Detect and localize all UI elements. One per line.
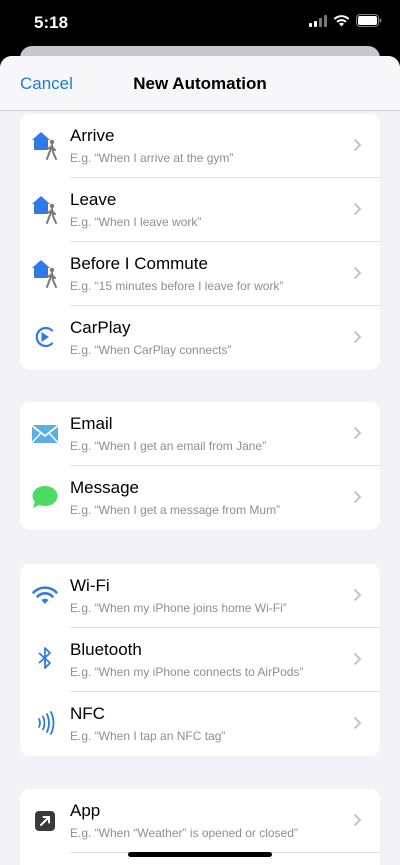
item-title: Before I Commute — [70, 254, 208, 273]
home-indicator[interactable] — [128, 852, 272, 857]
status-bar: 5:18 — [0, 0, 400, 46]
email-icon — [30, 417, 60, 449]
wifi-icon — [30, 579, 60, 611]
list-item-carplay[interactable]: CarPlay E.g. “When CarPlay connects” — [20, 306, 380, 370]
chevron-right-icon — [353, 426, 362, 440]
item-subtitle: E.g. “When my iPhone joins home Wi-Fi” — [70, 601, 287, 615]
cellular-signal-icon — [309, 14, 327, 27]
item-subtitle: E.g. “15 minutes before I leave for work… — [70, 279, 284, 293]
item-subtitle: E.g. “When my iPhone connects to AirPods… — [70, 665, 304, 679]
list-item-bluetooth[interactable]: Bluetooth E.g. “When my iPhone connects … — [20, 628, 380, 692]
chevron-right-icon — [353, 813, 362, 827]
page-title: New Automation — [133, 74, 267, 93]
item-title: Wi-Fi — [70, 576, 110, 595]
item-title: NFC — [70, 704, 105, 723]
carplay-icon — [30, 321, 60, 353]
item-title: Email — [70, 414, 113, 433]
chevron-right-icon — [353, 588, 362, 602]
item-title: Leave — [70, 190, 117, 209]
battery-icon — [356, 14, 382, 27]
item-title: CarPlay — [70, 318, 131, 337]
item-subtitle: E.g. “When I arrive at the gym” — [70, 151, 234, 165]
location-trigger-group: Arrive E.g. “When I arrive at the gym” L… — [20, 114, 380, 370]
leave-icon — [30, 193, 60, 225]
arrive-icon — [30, 129, 60, 161]
chevron-right-icon — [353, 202, 362, 216]
app-icon — [30, 804, 60, 836]
commute-icon — [30, 257, 60, 289]
bluetooth-icon — [30, 643, 60, 675]
chevron-right-icon — [353, 652, 362, 666]
chevron-right-icon — [353, 716, 362, 730]
chevron-right-icon — [353, 266, 362, 280]
item-title: Bluetooth — [70, 640, 142, 659]
item-title: Arrive — [70, 126, 115, 145]
nfc-icon — [30, 707, 60, 739]
chevron-right-icon — [353, 490, 362, 504]
message-icon — [30, 481, 60, 513]
item-subtitle: E.g. “When I get an email from Jane” — [70, 439, 267, 453]
chevron-right-icon — [353, 330, 362, 344]
item-subtitle: E.g. “When I tap an NFC tag” — [70, 729, 226, 743]
list-item-arrive[interactable]: Arrive E.g. “When I arrive at the gym” — [20, 114, 380, 178]
list-item-leave[interactable]: Leave E.g. “When I leave work” — [20, 178, 380, 242]
list-item-message[interactable]: Message E.g. “When I get a message from … — [20, 466, 380, 530]
chevron-right-icon — [353, 138, 362, 152]
item-title: App — [70, 801, 101, 820]
list-item-nfc[interactable]: NFC E.g. “When I tap an NFC tag” — [20, 692, 380, 756]
item-subtitle: E.g. “When I get a message from Mum” — [70, 503, 281, 517]
communication-trigger-group: Email E.g. “When I get an email from Jan… — [20, 402, 380, 530]
connectivity-trigger-group: Wi-Fi E.g. “When my iPhone joins home Wi… — [20, 564, 380, 756]
item-title: Message — [70, 478, 139, 497]
item-subtitle: E.g. “When I leave work” — [70, 215, 202, 229]
item-subtitle: E.g. “When “Weather” is opened or closed… — [70, 826, 298, 840]
list-item-wifi[interactable]: Wi-Fi E.g. “When my iPhone joins home Wi… — [20, 564, 380, 628]
navigation-bar: Cancel New Automation — [0, 56, 400, 111]
list-item-email[interactable]: Email E.g. “When I get an email from Jan… — [20, 402, 380, 466]
item-subtitle: E.g. “When CarPlay connects” — [70, 343, 232, 357]
status-time: 5:18 — [34, 13, 69, 32]
list-item-app[interactable]: App E.g. “When “Weather” is opened or cl… — [20, 789, 380, 853]
wifi-status-icon — [333, 14, 350, 26]
list-item-before-i-commute[interactable]: Before I Commute E.g. “15 minutes before… — [20, 242, 380, 306]
new-automation-sheet: Cancel New Automation Arrive E.g. “When … — [0, 56, 400, 865]
